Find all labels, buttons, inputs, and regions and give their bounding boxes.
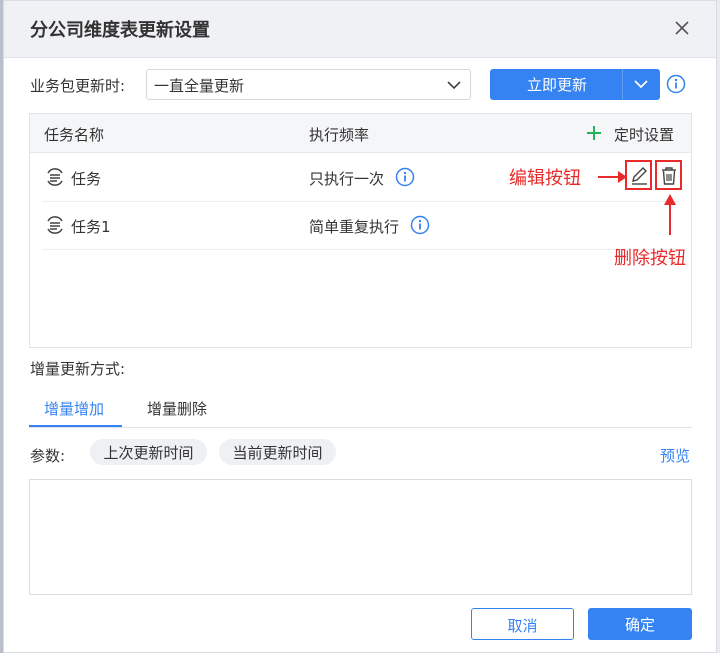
task-name: 任务1: [71, 218, 111, 236]
column-header-frequency: 执行频率: [309, 126, 370, 144]
task-table: 任务名称 执行频率 定时设置 任务 只执行一次 编辑按钮 任务1 简单重复执行: [29, 113, 692, 348]
sql-editor[interactable]: [29, 479, 692, 595]
button-divider: [622, 69, 623, 100]
param-chip-current-update[interactable]: 当前更新时间: [219, 439, 336, 465]
param-chip-last-update[interactable]: 上次更新时间: [90, 439, 207, 465]
chevron-down-icon: [447, 81, 461, 90]
column-header-task-name: 任务名称: [44, 126, 105, 144]
update-mode-select[interactable]: 一直全量更新: [146, 69, 471, 100]
cancel-button[interactable]: 取消: [471, 608, 574, 640]
pencil-icon: [632, 167, 647, 185]
incremental-update-label: 增量更新方式:: [30, 360, 126, 378]
add-icon[interactable]: [585, 124, 603, 142]
tab-divider: [29, 427, 692, 428]
params-label: 参数:: [30, 447, 66, 465]
task-name: 任务: [71, 170, 102, 188]
tab-incremental-delete[interactable]: 增量删除: [147, 398, 207, 419]
preview-link[interactable]: 预览: [660, 445, 690, 466]
task-table-header: 任务名称 执行频率 定时设置: [30, 114, 691, 153]
edit-button-annotation: 编辑按钮: [509, 168, 581, 189]
confirm-button[interactable]: 确定: [588, 608, 692, 640]
delete-button-annotation: 删除按钮: [614, 248, 686, 269]
trash-icon: [662, 167, 676, 185]
active-tab-indicator: [29, 425, 122, 427]
update-now-label: 立即更新: [527, 76, 588, 94]
task-list-icon: [47, 216, 63, 234]
dialog-header: 分公司维度表更新设置: [4, 1, 716, 58]
close-icon[interactable]: [672, 18, 692, 38]
tab-incremental-add[interactable]: 增量增加: [44, 398, 104, 419]
chevron-down-icon[interactable]: [633, 78, 649, 90]
task-frequency: 简单重复执行: [309, 218, 400, 236]
info-icon[interactable]: [666, 74, 686, 94]
task-row[interactable]: 任务 只执行一次 编辑按钮: [42, 154, 682, 202]
delete-button[interactable]: [655, 160, 682, 190]
update-mode-label: 业务包更新时:: [30, 77, 126, 95]
dialog-title: 分公司维度表更新设置: [30, 20, 210, 41]
update-mode-value: 一直全量更新: [154, 77, 245, 95]
arrow-up-annotation: [664, 194, 676, 235]
timer-settings-link[interactable]: 定时设置: [614, 124, 674, 145]
update-settings-dialog: 分公司维度表更新设置 业务包更新时: 一直全量更新 立即更新 任务名称 执行频率: [3, 0, 717, 653]
info-icon[interactable]: [410, 215, 430, 235]
edit-button[interactable]: [625, 160, 652, 190]
task-frequency: 只执行一次: [309, 170, 385, 188]
task-list-icon: [47, 168, 63, 186]
update-now-button[interactable]: 立即更新: [490, 69, 660, 100]
info-icon[interactable]: [395, 167, 415, 187]
task-row[interactable]: 任务1 简单重复执行: [42, 202, 679, 250]
